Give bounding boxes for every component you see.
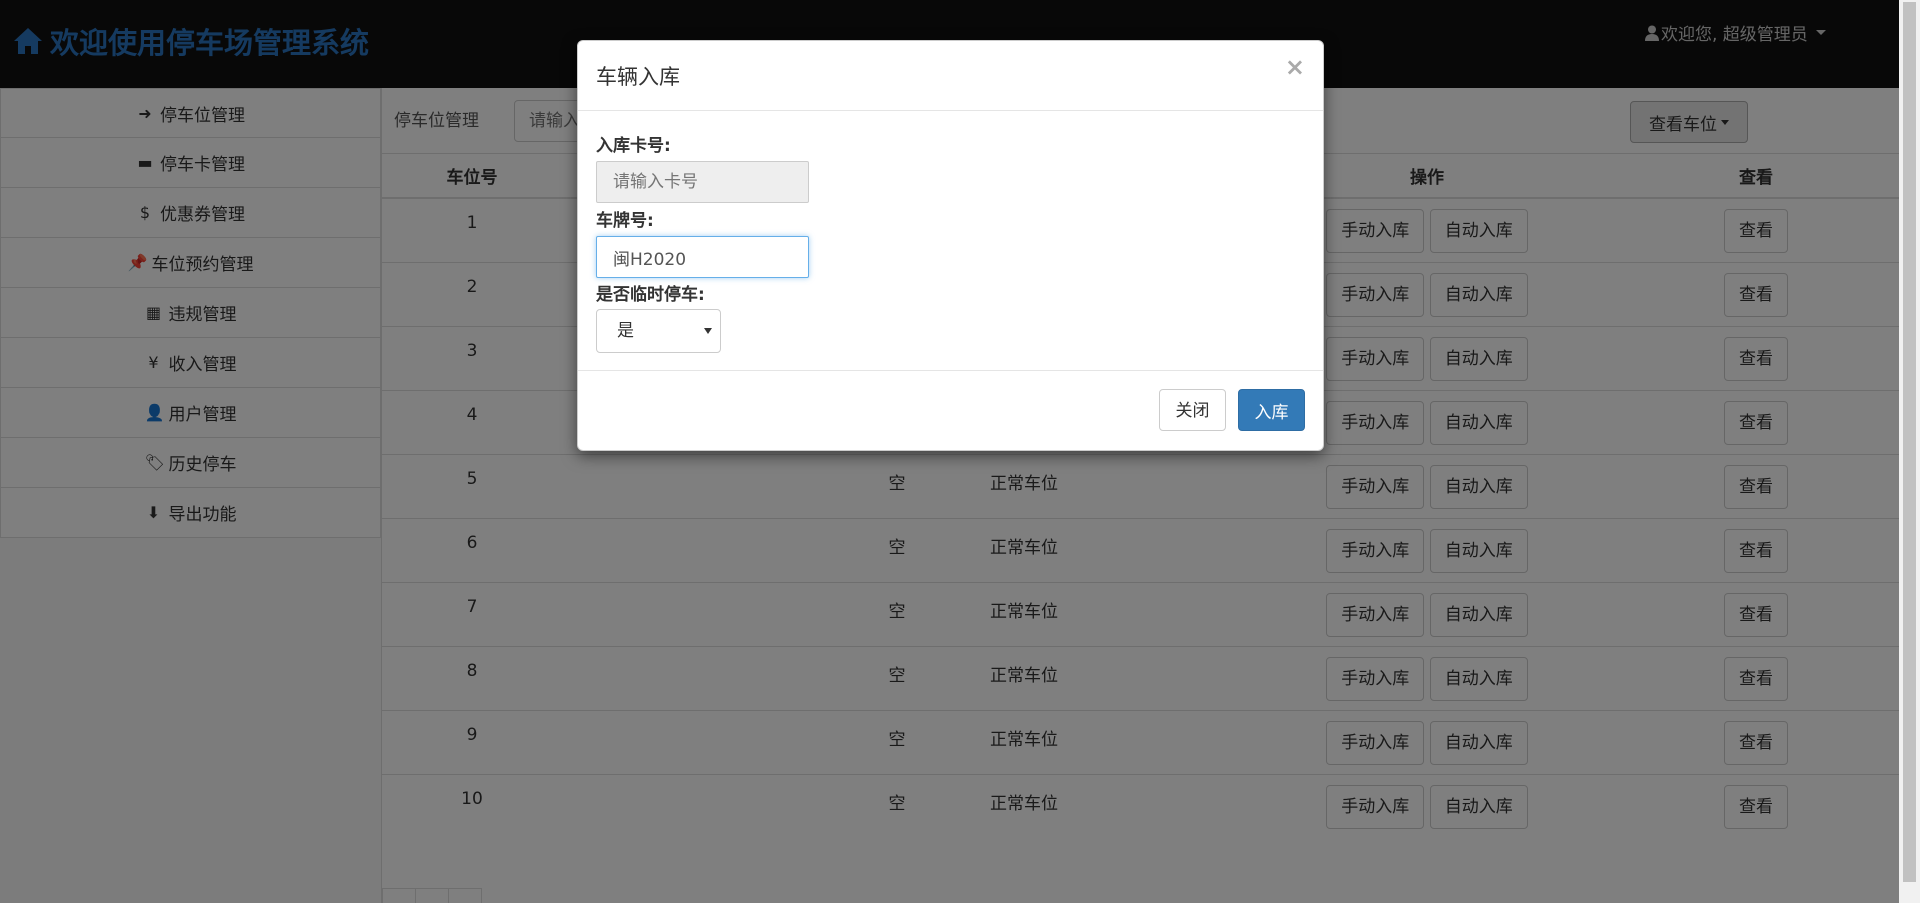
temporary-parking-value: 是 <box>617 321 634 341</box>
close-button[interactable]: 关闭 <box>1159 389 1226 431</box>
modal-footer: 关闭 入库 <box>578 371 1323 451</box>
card-number-label: 入库卡号: <box>596 136 671 156</box>
scrollbar-thumb[interactable] <box>1903 2 1916 882</box>
card-number-input[interactable] <box>596 161 809 203</box>
vehicle-entry-modal: 车辆入库 × 入库卡号: 车牌号: 是否临时停车: 是 关闭 入库 <box>577 40 1324 451</box>
plate-number-label: 车牌号: <box>596 211 654 231</box>
submit-entry-button[interactable]: 入库 <box>1238 389 1305 431</box>
modal-header: 车辆入库 × <box>578 41 1323 111</box>
temporary-parking-select[interactable]: 是 <box>596 309 721 353</box>
modal-title: 车辆入库 <box>596 65 680 89</box>
modal-body: 入库卡号: 车牌号: 是否临时停车: 是 <box>578 111 1323 371</box>
select-arrow-icon <box>704 328 712 334</box>
close-icon[interactable]: × <box>1285 53 1305 81</box>
temporary-parking-label: 是否临时停车: <box>596 285 705 305</box>
plate-number-input[interactable] <box>596 236 809 278</box>
